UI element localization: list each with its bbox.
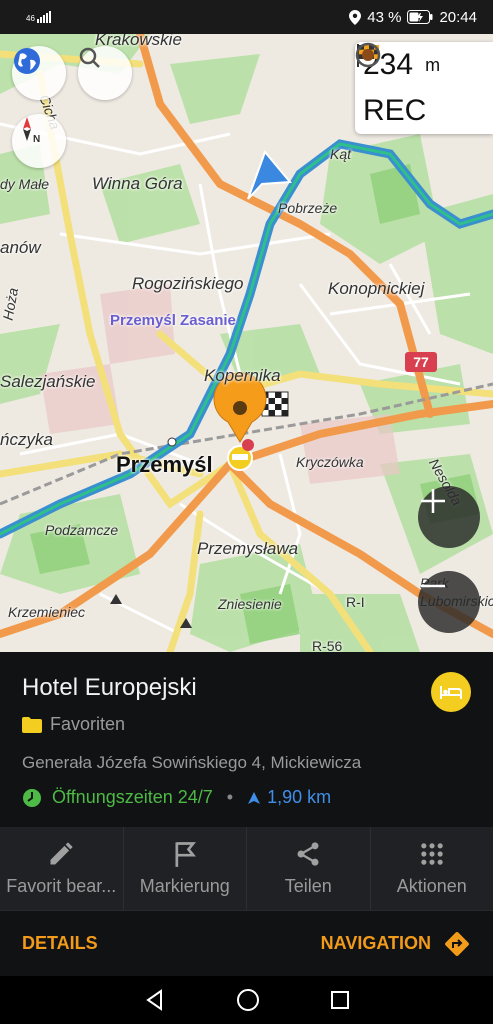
recents-icon[interactable] xyxy=(330,990,350,1010)
share-icon xyxy=(297,842,319,866)
poi-meta: Öffnungszeiten 24/7 • 1,90 km xyxy=(22,787,471,808)
navigation-button[interactable]: NAVIGATION xyxy=(321,930,471,958)
map-view[interactable]: Krakowskie Cicha Winna Góra dy Małe anów… xyxy=(0,34,493,652)
action-label: Teilen xyxy=(284,876,332,896)
grid-icon xyxy=(421,843,443,865)
map-label: Krzemieniec xyxy=(8,604,86,620)
flag-icon xyxy=(175,842,196,867)
action-label: Markierung xyxy=(139,876,230,896)
my-location-arrow-icon[interactable] xyxy=(247,150,293,200)
map-label: Konopnickiej xyxy=(328,279,425,298)
folder-icon xyxy=(22,716,42,733)
actions-button[interactable]: Aktionen xyxy=(371,827,493,910)
map-label: Salezjańskie xyxy=(0,372,96,391)
poi-address: Generała Józefa Sowińskiego 4, Mickiewic… xyxy=(22,753,362,772)
details-button[interactable]: DETAILS xyxy=(22,933,98,954)
action-bar: Favorit bear... Markierung Teilen Aktion… xyxy=(0,827,493,910)
record-icon xyxy=(355,42,381,68)
poi-distance: 1,90 km xyxy=(267,787,332,807)
map-label: ńczyka xyxy=(0,430,53,449)
marker-button[interactable]: Markierung xyxy=(124,827,247,910)
station-dot xyxy=(167,437,177,447)
signal-bars-icon xyxy=(36,11,51,23)
trip-recording-widget[interactable]: 234 m REC xyxy=(355,42,493,134)
poi-title: Hotel Europejski xyxy=(22,674,197,701)
map-label: Zniesienie xyxy=(218,596,282,612)
poi-details-sheet: Hotel Europejski Favoriten Generała Józe… xyxy=(0,652,493,827)
signal-indicator: 46 xyxy=(26,11,51,23)
city-label: Przemyśl xyxy=(116,452,213,477)
share-button[interactable]: Teilen xyxy=(247,827,371,910)
navigation-turn-icon xyxy=(445,931,469,956)
search-button[interactable] xyxy=(78,46,132,100)
location-icon xyxy=(349,9,362,25)
action-label: Favorit bear... xyxy=(6,876,117,896)
compass-icon: N xyxy=(23,117,40,144)
rec-row[interactable]: REC xyxy=(355,42,493,134)
sheet-footer: DETAILS NAVIGATION xyxy=(0,910,493,976)
status-bar: 46 43 % 20:44 xyxy=(0,0,493,34)
edit-favorite-button[interactable]: Favorit bear... xyxy=(0,827,124,910)
network-type: 46 xyxy=(26,14,35,23)
map-layers-button[interactable] xyxy=(12,46,66,100)
map-label: Rogozińskiego xyxy=(132,274,244,293)
map-label: Kopernika xyxy=(204,366,281,385)
back-icon[interactable] xyxy=(144,989,166,1011)
map-label: Podzamcze xyxy=(45,522,119,538)
map-label: R-I xyxy=(346,594,365,610)
zoom-in-button[interactable] xyxy=(418,486,480,548)
search-icon xyxy=(79,47,100,68)
map-label: Kąt xyxy=(330,146,352,162)
plus-icon xyxy=(421,489,445,513)
action-label: Aktionen xyxy=(396,876,467,896)
map-label: dy Małe xyxy=(0,176,50,192)
map-label: Pobrzeże xyxy=(278,200,338,216)
zoom-out-button[interactable] xyxy=(418,571,480,633)
compass-button[interactable]: N xyxy=(12,114,66,168)
minus-icon xyxy=(421,584,445,588)
clock: 20:44 xyxy=(439,8,477,26)
app-screen: 46 43 % 20:44 Krakowskie Cicha Winna Gór… xyxy=(0,0,493,1024)
category-label: Favoriten xyxy=(50,714,126,734)
battery-percent: 43 % xyxy=(367,8,402,26)
pencil-icon xyxy=(50,842,73,865)
poi-category[interactable]: Favoriten xyxy=(22,714,471,735)
svg-text:N: N xyxy=(33,134,40,144)
rec-label: REC xyxy=(363,94,427,127)
globe-icon xyxy=(14,48,40,74)
map-label: Winna Góra xyxy=(92,174,183,193)
hotel-icon xyxy=(431,672,471,712)
separator-dot: • xyxy=(226,787,234,807)
map-label: R-56 xyxy=(312,638,343,652)
navigation-label: NAVIGATION xyxy=(320,933,431,953)
district-label: Przemyśl Zasanie xyxy=(110,312,236,329)
direction-arrow-icon xyxy=(248,791,261,804)
map-label: Kryczówka xyxy=(296,454,364,470)
route-number: 77 xyxy=(413,354,429,370)
system-nav-bar xyxy=(0,976,493,1024)
opening-hours: Öffnungszeiten 24/7 xyxy=(52,787,213,807)
battery-icon xyxy=(407,10,433,24)
trip-distance-unit: m xyxy=(425,54,441,75)
clock-icon xyxy=(23,788,41,807)
map-label: Przemysława xyxy=(197,539,299,558)
home-icon[interactable] xyxy=(236,988,260,1012)
map-label: anów xyxy=(0,238,41,257)
